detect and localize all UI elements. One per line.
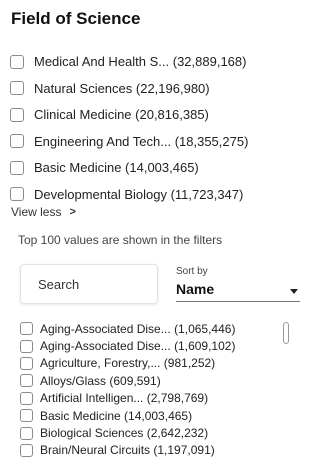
checkbox[interactable] <box>10 107 24 122</box>
filter-option[interactable]: Medical And Health S... (32,889,168) <box>10 49 295 74</box>
list-item-label: Agriculture, Forestry,... (981,252) <box>40 356 216 371</box>
list-item[interactable]: Artificial Intelligen... (2,798,769) <box>20 390 284 407</box>
list-scrollbar[interactable] <box>283 322 289 344</box>
filter-option-label: Developmental Biology (11,723,347) <box>34 186 244 202</box>
field-of-science-panel: Field of Science Medical And Health S...… <box>0 0 300 472</box>
list-item-label: Aging-Associated Dise... (1,065,446) <box>40 321 236 336</box>
all-values-list[interactable]: Aging-Associated Dise... (1,065,446) Agi… <box>20 320 284 465</box>
sort-by-value: Name <box>176 281 215 297</box>
top-values-note: Top 100 values are shown in the filters <box>18 233 223 247</box>
sort-by-select[interactable]: Name <box>176 280 300 302</box>
list-item-label: Alloys/Glass (609,591) <box>40 373 161 388</box>
checkbox[interactable] <box>10 160 24 175</box>
list-item[interactable]: Brain/Neural Circuits (1,197,091) <box>20 442 284 459</box>
checkbox[interactable] <box>20 356 33 370</box>
filter-option[interactable]: Clinical Medicine (20,816,385) <box>10 102 295 127</box>
list-item[interactable]: Alloys/Glass (609,591) <box>20 372 284 389</box>
list-item[interactable]: Agriculture, Forestry,... (981,252) <box>20 355 284 372</box>
list-item-label: Brain/Neural Circuits (1,197,091) <box>40 443 215 458</box>
search-box[interactable] <box>20 264 158 304</box>
checkbox[interactable] <box>10 54 24 69</box>
checkbox[interactable] <box>20 391 33 405</box>
filter-option[interactable]: Basic Medicine (14,003,465) <box>10 155 295 180</box>
view-less-label: View less <box>11 205 62 219</box>
checkbox[interactable] <box>10 187 24 202</box>
list-item-label: Biological Sciences (2,642,232) <box>40 426 209 441</box>
list-item-label: Aging-Associated Dise... (1,609,102) <box>40 339 236 354</box>
checkbox[interactable] <box>20 374 33 388</box>
panel-title: Field of Science <box>11 9 141 28</box>
list-item[interactable]: Aging-Associated Dise... (1,065,446) <box>20 320 284 337</box>
list-item[interactable]: Biological Sciences (2,642,232) <box>20 424 284 441</box>
checkbox[interactable] <box>10 81 24 96</box>
chevron-right-icon: > <box>69 206 76 218</box>
list-item-label: Basic Medicine (14,003,465) <box>40 408 193 423</box>
list-item-label: Artificial Intelligen... (2,798,769) <box>40 391 209 406</box>
sort-by-label: Sort by <box>176 266 208 277</box>
checkbox[interactable] <box>20 322 33 336</box>
filter-option-label: Medical And Health S... (32,889,168) <box>34 54 247 69</box>
filter-option-label: Natural Sciences (22,196,980) <box>34 80 210 96</box>
caret-down-icon <box>290 289 298 294</box>
checkbox[interactable] <box>20 409 33 423</box>
checkbox[interactable] <box>20 426 33 440</box>
filter-option-label: Basic Medicine (14,003,465) <box>34 160 199 176</box>
filter-option[interactable]: Developmental Biology (11,723,347) <box>10 182 295 207</box>
filter-option-label: Engineering And Tech... (18,355,275) <box>34 133 249 149</box>
list-item[interactable]: Basic Medicine (14,003,465) <box>20 407 284 424</box>
filter-option[interactable]: Natural Sciences (22,196,980) <box>10 76 295 101</box>
checkbox[interactable] <box>10 134 24 149</box>
search-input[interactable] <box>21 275 157 293</box>
view-less-link[interactable]: View less > <box>11 205 76 219</box>
checkbox[interactable] <box>20 339 33 353</box>
checkbox[interactable] <box>20 443 33 457</box>
filter-option[interactable]: Engineering And Tech... (18,355,275) <box>10 129 295 154</box>
top-values-list: Medical And Health S... (32,889,168) Nat… <box>10 49 295 209</box>
list-item[interactable]: Aging-Associated Dise... (1,609,102) <box>20 337 284 354</box>
filter-option-label: Clinical Medicine (20,816,385) <box>34 107 209 123</box>
